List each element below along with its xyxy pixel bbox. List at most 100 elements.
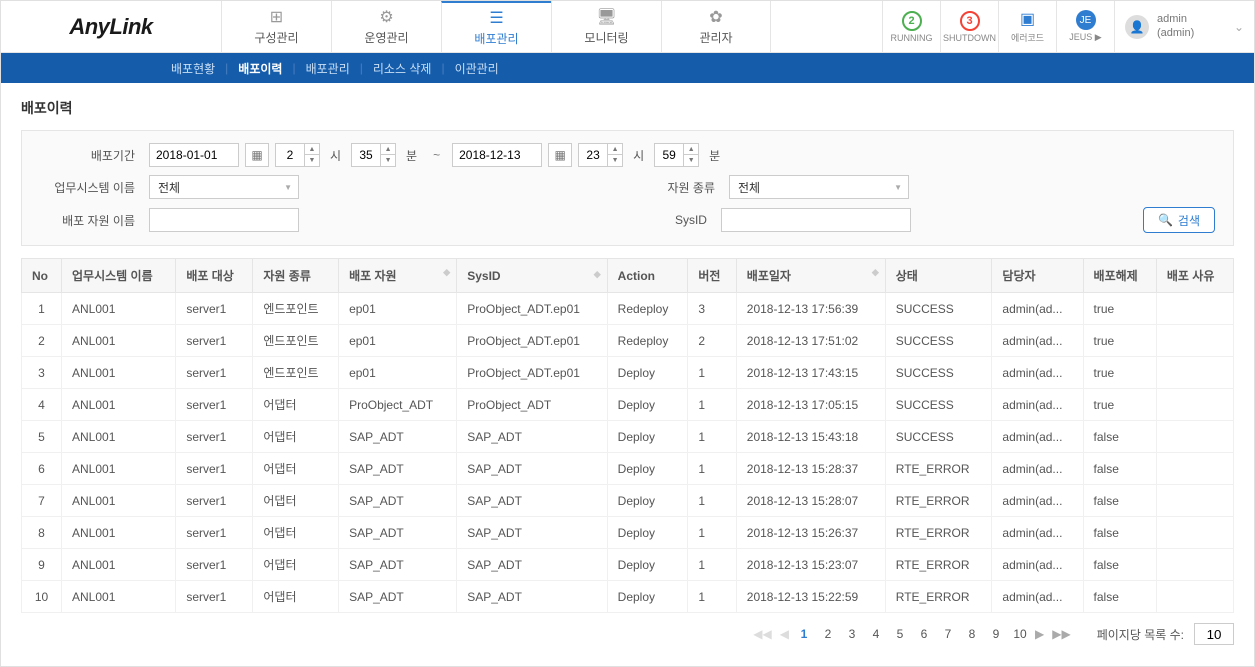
page-1[interactable]: 1 [795, 627, 813, 641]
col-배포일자[interactable]: 배포일자◆ [736, 259, 885, 293]
cell-no: 3 [22, 357, 62, 389]
table-row[interactable]: 4ANL001server1어댑터ProObject_ADTProObject_… [22, 389, 1234, 421]
table-row[interactable]: 2ANL001server1엔드포인트ep01ProObject_ADT.ep0… [22, 325, 1234, 357]
status-jeus[interactable]: JE JEUS ▶ [1056, 1, 1114, 52]
status-errorcode[interactable]: ▣ 에러코드 [998, 1, 1056, 52]
table-row[interactable]: 5ANL001server1어댑터SAP_ADTSAP_ADTDeploy120… [22, 421, 1234, 453]
jeus-label: JEUS ▶ [1069, 32, 1101, 43]
topnav-모니터링[interactable]: 🖥모니터링 [551, 1, 661, 52]
cell-date: 2018-12-13 15:43:18 [736, 421, 885, 453]
table-row[interactable]: 8ANL001server1어댑터SAP_ADTSAP_ADTDeploy120… [22, 517, 1234, 549]
cell-target: server1 [176, 325, 253, 357]
cell-res: ep01 [339, 357, 457, 389]
running-count: 2 [902, 11, 922, 31]
cell-target: server1 [176, 453, 253, 485]
subnav-이관관리[interactable]: 이관관리 [445, 60, 509, 77]
user-avatar-icon: 👤 [1125, 15, 1149, 39]
page-6[interactable]: 6 [915, 627, 933, 641]
cell-action: Redeploy [607, 293, 688, 325]
cell-biz: ANL001 [62, 549, 176, 581]
spin-up-icon[interactable]: ▲ [381, 144, 395, 155]
topnav-운영관리[interactable]: ⚙운영관리 [331, 1, 441, 52]
spin-down-icon[interactable]: ▼ [381, 155, 395, 166]
table-row[interactable]: 3ANL001server1엔드포인트ep01ProObject_ADT.ep0… [22, 357, 1234, 389]
pager-prev-icon[interactable]: ◀ [778, 627, 791, 641]
cell-biz: ANL001 [62, 517, 176, 549]
per-page-input[interactable] [1194, 623, 1234, 645]
to-calendar-icon[interactable]: ▦ [548, 143, 572, 167]
sysid-input[interactable] [721, 208, 911, 232]
page-8[interactable]: 8 [963, 627, 981, 641]
cell-type: 어댑터 [253, 421, 339, 453]
page-10[interactable]: 10 [1011, 627, 1029, 641]
to-min-input[interactable] [654, 143, 684, 167]
table-row[interactable]: 9ANL001server1어댑터SAP_ADTSAP_ADTDeploy120… [22, 549, 1234, 581]
cell-sysid: SAP_ADT [457, 581, 607, 613]
pager-first-icon[interactable]: ◀◀ [751, 627, 773, 641]
col-배포 자원[interactable]: 배포 자원◆ [339, 259, 457, 293]
subnav-배포이력[interactable]: 배포이력 [228, 60, 292, 77]
cell-res: SAP_ADT [339, 453, 457, 485]
cell-type: 어댑터 [253, 581, 339, 613]
status-running[interactable]: 2 RUNNING [882, 1, 940, 52]
cell-sysid: ProObject_ADT [457, 389, 607, 421]
cell-release: true [1083, 357, 1156, 389]
spin-down-icon[interactable]: ▼ [684, 155, 698, 166]
user-menu[interactable]: 👤 admin (admin) ⌄ [1114, 1, 1254, 52]
cell-status: SUCCESS [885, 421, 992, 453]
cell-action: Deploy [607, 581, 688, 613]
errorcode-label: 에러코드 [1011, 31, 1044, 44]
spin-up-icon[interactable]: ▲ [305, 144, 319, 155]
page-3[interactable]: 3 [843, 627, 861, 641]
col-Action: Action [607, 259, 688, 293]
cell-reason [1156, 421, 1233, 453]
biz-select[interactable]: 전체 [149, 175, 299, 199]
to-hour-input[interactable] [578, 143, 608, 167]
from-min-input[interactable] [351, 143, 381, 167]
topnav-구성관리[interactable]: ⊞구성관리 [221, 1, 331, 52]
errorcode-icon: ▣ [1020, 9, 1035, 29]
table-row[interactable]: 10ANL001server1어댑터SAP_ADTSAP_ADTDeploy12… [22, 581, 1234, 613]
table-row[interactable]: 6ANL001server1어댑터SAP_ADTSAP_ADTDeploy120… [22, 453, 1234, 485]
topnav-배포관리[interactable]: ☰배포관리 [441, 1, 551, 52]
nav-label: 배포관리 [474, 30, 518, 47]
col-담당자: 담당자 [992, 259, 1083, 293]
page-7[interactable]: 7 [939, 627, 957, 641]
status-shutdown[interactable]: 3 SHUTDOWN [940, 1, 998, 52]
res-type-select[interactable]: 전체 [729, 175, 909, 199]
col-SysID[interactable]: SysID◆ [457, 259, 607, 293]
spin-up-icon[interactable]: ▲ [608, 144, 622, 155]
subnav-배포관리[interactable]: 배포관리 [296, 60, 360, 77]
table-row[interactable]: 1ANL001server1엔드포인트ep01ProObject_ADT.ep0… [22, 293, 1234, 325]
page-title: 배포이력 [21, 98, 1234, 118]
to-date-input[interactable] [452, 143, 542, 167]
from-hour-input[interactable] [275, 143, 305, 167]
topnav-관리자[interactable]: ✿관리자 [661, 1, 771, 52]
page-5[interactable]: 5 [891, 627, 909, 641]
from-calendar-icon[interactable]: ▦ [245, 143, 269, 167]
sysid-label: SysID [647, 213, 707, 227]
from-date-input[interactable] [149, 143, 239, 167]
search-button[interactable]: 🔍 검색 [1143, 207, 1215, 233]
res-name-input[interactable] [149, 208, 299, 232]
cell-target: server1 [176, 389, 253, 421]
cell-biz: ANL001 [62, 357, 176, 389]
table-row[interactable]: 7ANL001server1어댑터SAP_ADTSAP_ADTDeploy120… [22, 485, 1234, 517]
cell-reason [1156, 293, 1233, 325]
pager-next-icon[interactable]: ▶ [1033, 627, 1046, 641]
cell-date: 2018-12-13 15:28:07 [736, 485, 885, 517]
cell-status: SUCCESS [885, 357, 992, 389]
page-2[interactable]: 2 [819, 627, 837, 641]
page-4[interactable]: 4 [867, 627, 885, 641]
spin-down-icon[interactable]: ▼ [305, 155, 319, 166]
pager-last-icon[interactable]: ▶▶ [1050, 627, 1072, 641]
cell-reason [1156, 357, 1233, 389]
spin-up-icon[interactable]: ▲ [684, 144, 698, 155]
spin-down-icon[interactable]: ▼ [608, 155, 622, 166]
subnav-리소스 삭제[interactable]: 리소스 삭제 [363, 60, 442, 77]
page-9[interactable]: 9 [987, 627, 1005, 641]
user-name: admin [1157, 13, 1226, 26]
cell-release: true [1083, 293, 1156, 325]
cell-sysid: SAP_ADT [457, 517, 607, 549]
subnav-배포현황[interactable]: 배포현황 [161, 60, 225, 77]
